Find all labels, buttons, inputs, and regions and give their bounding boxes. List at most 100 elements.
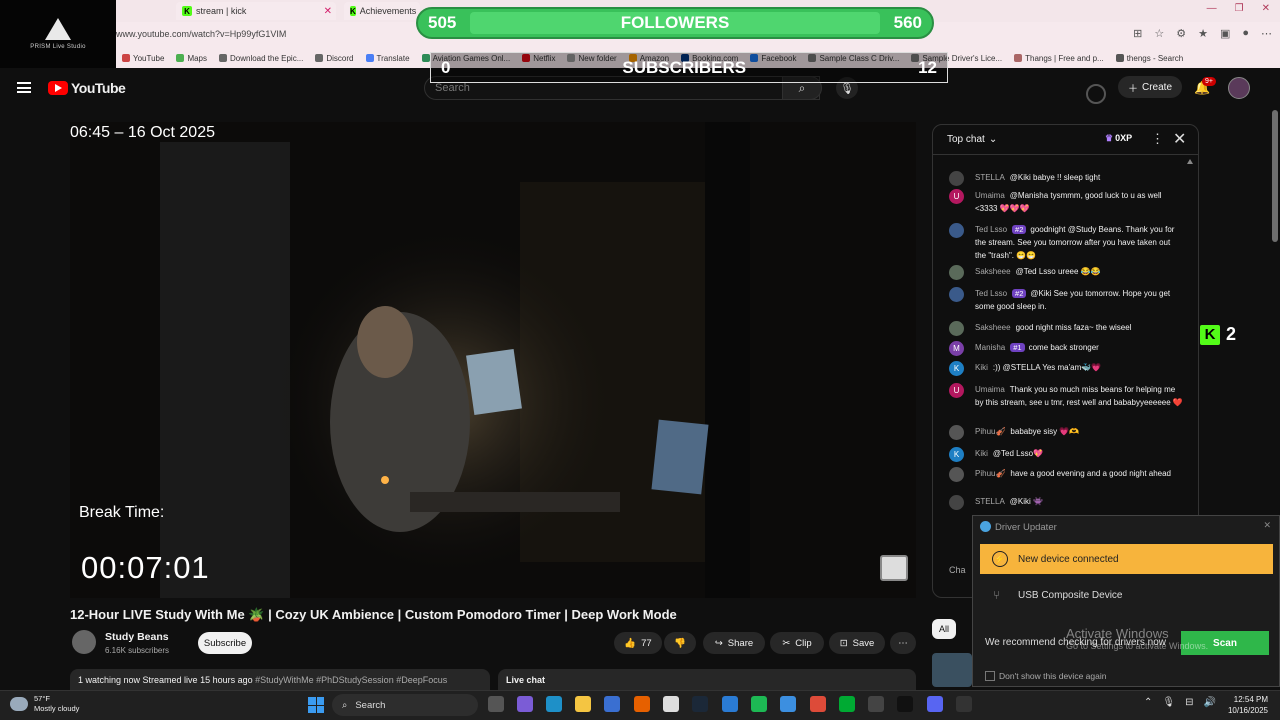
steam-icon[interactable]	[692, 696, 708, 712]
account-avatar[interactable]	[1228, 77, 1250, 99]
url-text[interactable]: www.youtube.com/watch?v=Hp99yfG1VIM	[116, 29, 286, 39]
description-box[interactable]: 1 watching now Streamed live 15 hours ag…	[70, 669, 490, 691]
chat-scroll-up-icon[interactable]	[1187, 158, 1193, 164]
tiktok-icon[interactable]	[897, 696, 913, 712]
channel-watermark-icon[interactable]	[880, 555, 908, 581]
bookmark-item[interactable]: Translate	[365, 54, 410, 63]
filter-chip-all[interactable]: All	[932, 619, 956, 639]
bookmark-item[interactable]: Discord	[315, 54, 354, 63]
volume-icon[interactable]: 🔊	[1203, 697, 1215, 708]
chat-input[interactable]: Cha	[949, 565, 966, 575]
channel-avatar[interactable]	[72, 630, 96, 654]
subscribe-button[interactable]: Subscribe	[198, 632, 252, 654]
channel-name[interactable]: Study Beans	[105, 631, 169, 643]
chat-author[interactable]: Ted Lsso	[975, 225, 1007, 234]
file-explorer-icon[interactable]	[575, 696, 591, 712]
taskbar-clock[interactable]: 12:54 PM 10/16/2025	[1220, 694, 1268, 716]
app-icon[interactable]	[663, 696, 679, 712]
obs-icon[interactable]	[956, 696, 972, 712]
task-view-icon[interactable]	[488, 696, 504, 712]
chat-author[interactable]: Kiki	[975, 449, 988, 458]
chat-author[interactable]: Umaima	[975, 385, 1005, 394]
save-button[interactable]: ⊡ Save	[829, 632, 885, 654]
close-tab-icon[interactable]: ✕	[324, 6, 332, 17]
chat-avatar[interactable]: K	[949, 447, 964, 462]
windows-start-icon[interactable]	[308, 697, 324, 713]
chat-author[interactable]: STELLA	[975, 173, 1005, 182]
xp-badge[interactable]: 0XP	[1105, 133, 1132, 144]
chat-avatar[interactable]: U	[949, 189, 964, 204]
live-chat-replay-tab[interactable]: Live chat	[498, 669, 916, 691]
firefox-icon[interactable]	[634, 696, 650, 712]
dont-show-checkbox[interactable]: Don't show this device again	[985, 671, 1106, 681]
chat-avatar[interactable]: K	[949, 361, 964, 376]
wallet-icon[interactable]: ▣	[1220, 27, 1230, 40]
bookmark-item[interactable]: Download the Epic...	[219, 54, 303, 63]
chat-avatar[interactable]	[949, 321, 964, 336]
checkbox-icon[interactable]	[985, 671, 995, 681]
chevron-down-icon[interactable]: ⌄	[989, 134, 997, 145]
chrome-icon[interactable]	[810, 696, 826, 712]
store-icon[interactable]	[604, 696, 620, 712]
hamburger-menu-icon[interactable]	[17, 82, 31, 93]
chat-avatar[interactable]	[949, 287, 964, 302]
profile-icon[interactable]: ●	[1242, 27, 1249, 40]
recommended-video-thumbnail[interactable]	[932, 653, 972, 687]
chat-message[interactable]: K Kiki @Ted Lsso💖	[933, 447, 1183, 462]
discord-icon[interactable]	[927, 696, 943, 712]
star-icon[interactable]: ☆	[1154, 27, 1164, 40]
dislike-button[interactable]: 👎	[664, 632, 696, 654]
chat-message[interactable]: STELLA @Kiki babye !! sleep tight	[933, 171, 1183, 186]
bookmark-item[interactable]: Maps	[176, 54, 207, 63]
chat-message[interactable]: STELLA @Kiki 👾	[933, 495, 1183, 510]
chat-author[interactable]: Saksheee	[975, 323, 1011, 332]
app-icon[interactable]	[722, 696, 738, 712]
more-actions-button[interactable]: ⋯	[890, 632, 916, 654]
weather-widget[interactable]: 57°F Mostly cloudy	[10, 694, 79, 714]
chat-message[interactable]: M Manisha #1 come back stronger	[933, 341, 1183, 356]
bookmark-item[interactable]: thengs - Search	[1115, 54, 1183, 63]
video-player[interactable]	[70, 122, 916, 598]
chat-message[interactable]: Ted Lsso #2 @Kiki See you tomorrow. Hope y…	[933, 287, 1183, 313]
chat-author[interactable]: Ted Lsso	[975, 289, 1007, 298]
taskbar-search[interactable]: ⌕ Search	[332, 694, 478, 716]
microphone-icon[interactable]: 🎙	[1162, 697, 1175, 708]
chat-author[interactable]: Pihuu🎻	[975, 469, 1005, 478]
more-icon[interactable]: ⋯	[1261, 27, 1272, 40]
chat-message[interactable]: Saksheee good night miss faza~ the wiseel	[933, 321, 1183, 336]
chat-author[interactable]: Umaima	[975, 191, 1005, 200]
close-window-icon[interactable]: ✕	[1262, 3, 1270, 14]
youtube-logo[interactable]: YouTube	[48, 80, 126, 96]
chat-author[interactable]: STELLA	[975, 497, 1005, 506]
popup-close-icon[interactable]: ✕	[1263, 520, 1271, 531]
spotify-icon[interactable]	[751, 696, 767, 712]
chat-message[interactable]: Saksheee @Ted Lsso ureee 😂😂	[933, 265, 1183, 280]
top-chat-dropdown[interactable]: Top chat	[947, 134, 985, 145]
chat-author[interactable]: Pihuu🎻	[975, 427, 1005, 436]
chat-author[interactable]: Kiki	[975, 363, 988, 372]
chat-avatar[interactable]	[949, 495, 964, 510]
tab-achievements[interactable]: K Achievements	[344, 2, 420, 20]
chevron-up-icon[interactable]: ⌃	[1144, 697, 1152, 708]
hashtags[interactable]: #StudyWithMe #PhDStudySession #DeepFocus	[255, 675, 447, 685]
network-icon[interactable]: ⊟	[1185, 697, 1193, 708]
chat-avatar[interactable]	[949, 467, 964, 482]
chat-message[interactable]: Ted Lsso #2 goodnight @Study Beans. Thank …	[933, 223, 1183, 262]
chat-avatar[interactable]	[949, 171, 964, 186]
bookmark-item[interactable]: Thangs | Free and p...	[1014, 54, 1104, 63]
chat-avatar[interactable]	[949, 265, 964, 280]
chat-message[interactable]: Pihuu🎻 bababye sisy 💗🫶	[933, 425, 1183, 440]
chat-message[interactable]: U Umaima Thank you so much miss beans for …	[933, 383, 1183, 409]
chat-more-icon[interactable]: ⋮	[1151, 131, 1164, 147]
app-icon[interactable]	[839, 696, 855, 712]
chat-message[interactable]: U Umaima @Manisha tysmmm, good luck to u a…	[933, 189, 1183, 215]
chat-avatar[interactable]	[949, 223, 964, 238]
extensions-icon[interactable]: ⚙	[1176, 27, 1186, 40]
chat-message[interactable]: K Kiki:)) @STELLA Yes ma'am🐳💗	[933, 361, 1183, 376]
page-scrollbar[interactable]	[1272, 110, 1278, 242]
favorites-icon[interactable]: ★	[1198, 27, 1208, 40]
chat-avatar[interactable]: U	[949, 383, 964, 398]
chat-author[interactable]: Saksheee	[975, 267, 1011, 276]
create-button[interactable]: ＋ Create	[1118, 76, 1182, 98]
edge-icon[interactable]	[546, 696, 562, 712]
